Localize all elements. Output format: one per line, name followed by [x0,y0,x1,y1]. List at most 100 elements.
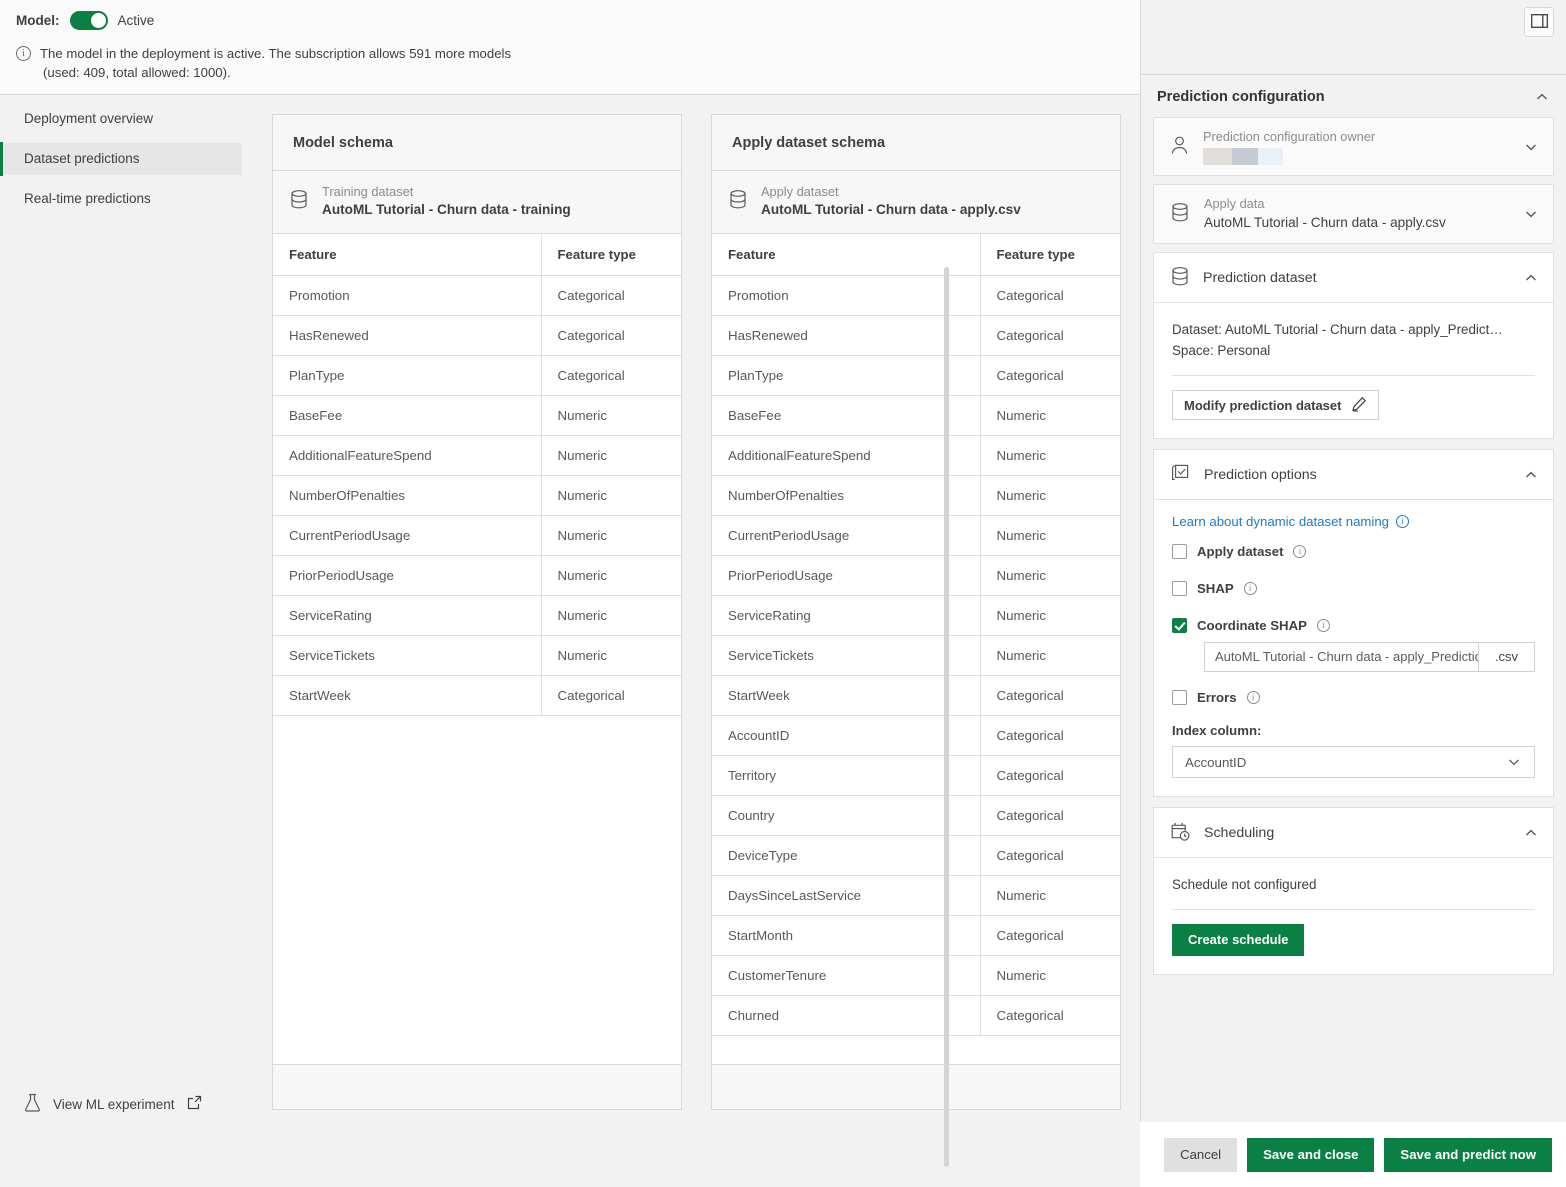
divider [1172,375,1535,376]
info-icon[interactable]: i [1246,691,1260,704]
table-row: BaseFee Numeric [273,395,681,436]
cell-feature-name: PlanType [712,355,981,396]
cell-feature-type: Categorical [541,315,681,356]
prediction-configuration-panel: Prediction configuration Prediction conf… [1140,0,1566,1187]
prediction-configuration-owner-row[interactable]: Prediction configuration owner [1153,117,1554,176]
cell-feature-type: Categorical [980,795,1120,836]
cell-feature-name: DeviceType [712,835,981,876]
table-row: BaseFee Numeric [712,395,1120,436]
scheduling-section-header[interactable]: Scheduling [1154,808,1553,858]
errors-checkbox-row[interactable]: Errors i [1172,690,1535,705]
coordinate-shap-checkbox-row[interactable]: Coordinate SHAP i [1172,618,1535,633]
prediction-configuration-header[interactable]: Prediction configuration [1153,75,1554,117]
cell-feature-type: Categorical [980,315,1120,356]
sidebar-item-dataset-predictions[interactable]: Dataset predictions [0,142,242,176]
database-icon [1170,202,1190,226]
cell-feature-type: Categorical [980,915,1120,956]
prediction-dataset-name-line: Dataset: AutoML Tutorial - Churn data - … [1172,322,1503,337]
cell-feature-name: BaseFee [273,395,542,436]
coordinate-shap-filename-field[interactable]: AutoML Tutorial - Churn data - apply_Pre… [1204,642,1535,672]
index-column-select[interactable]: AccountID [1172,746,1535,778]
info-icon[interactable]: i [1293,545,1307,558]
sidebar-item-deployment-overview[interactable]: Deployment overview [0,103,242,135]
apply-schema-card-footer [712,1065,1120,1109]
apply-schema-title: Apply dataset schema [712,115,1120,171]
prediction-dataset-section-header[interactable]: Prediction dataset [1154,253,1553,303]
cell-feature-name: PriorPeriodUsage [712,555,981,596]
apply-data-kind-label: Apply data [1204,196,1265,211]
cell-feature-name: Country [712,795,981,836]
filename-input[interactable]: AutoML Tutorial - Churn data - apply_Pre… [1205,643,1478,671]
chevron-up-icon [1534,89,1550,105]
index-column-label: Index column: [1172,723,1262,738]
apply-dataset-name: AutoML Tutorial - Churn data - apply.csv [761,202,1021,217]
scheduling-body: Schedule not configured Create schedule [1154,858,1553,974]
coordinate-shap-checkbox[interactable] [1172,618,1187,633]
model-active-toggle[interactable] [69,10,108,30]
cell-feature-name: ServiceRating [712,595,981,636]
apply-dataset-checkbox[interactable] [1172,544,1187,559]
cell-feature-name: StartWeek [712,675,981,716]
table-row: PriorPeriodUsage Numeric [273,555,681,596]
cell-feature-name: AdditionalFeatureSpend [712,435,981,476]
save-and-predict-now-button[interactable]: Save and predict now [1384,1137,1552,1172]
table-row: Promotion Categorical [712,275,1120,316]
prediction-dataset-space-line: Space: Personal [1172,343,1271,358]
schema-comparison-canvas: Model schema Training dataset AutoML Tut… [250,95,1140,1187]
shap-checkbox-row[interactable]: SHAP i [1172,581,1535,596]
redaction-block [1258,148,1284,165]
cell-feature-type: Numeric [541,595,681,636]
schema-vertical-scrollbar[interactable] [944,267,949,1167]
modify-prediction-dataset-button[interactable]: Modify prediction dataset [1172,390,1380,420]
cell-feature-type: Numeric [541,635,681,676]
cell-feature-name: NumberOfPenalties [273,475,542,516]
table-row: HasRenewed Categorical [273,315,681,356]
database-icon [728,189,748,213]
dynamic-dataset-naming-link[interactable]: Learn about dynamic dataset naming i [1172,514,1410,529]
apply-data-row[interactable]: Apply data AutoML Tutorial - Churn data … [1153,184,1554,244]
chevron-down-icon [1523,206,1539,222]
cell-feature-type: Numeric [980,435,1120,476]
panel-toggle-button[interactable] [1524,7,1554,37]
info-icon: i [16,46,31,61]
model-schema-card: Model schema Training dataset AutoML Tut… [272,114,682,1110]
prediction-options-section-header[interactable]: Prediction options [1154,450,1553,500]
cell-feature-name: CurrentPeriodUsage [712,515,981,556]
info-icon[interactable]: i [1316,619,1330,632]
shap-checkbox[interactable] [1172,581,1187,596]
view-ml-experiment-link[interactable]: View ML experiment [24,1093,202,1115]
apply-dataset-checkbox-row[interactable]: Apply dataset i [1172,544,1535,559]
shap-checkbox-label: SHAP [1197,581,1234,596]
save-and-close-button[interactable]: Save and close [1247,1137,1375,1172]
info-icon[interactable]: i [1396,515,1410,528]
cell-feature-name: StartWeek [273,675,542,716]
cancel-button[interactable]: Cancel [1164,1137,1238,1172]
table-row: StartWeek Categorical [273,675,681,716]
sidebar-item-real-time-predictions[interactable]: Real-time predictions [0,183,242,215]
table-row: CustomerTenure Numeric [712,955,1120,996]
table-row: NumberOfPenalties Numeric [712,475,1120,516]
table-row: Territory Categorical [712,755,1120,796]
table-row: PlanType Categorical [273,355,681,396]
cell-feature-type: Categorical [541,675,681,716]
cell-feature-name: Territory [712,755,981,796]
model-schema-table-body: Promotion Categorical HasRenewed Categorica… [273,275,681,716]
errors-checkbox[interactable] [1172,690,1187,705]
table-row: ServiceTickets Numeric [273,635,681,676]
cell-feature-name: CurrentPeriodUsage [273,515,542,556]
calendar-clock-icon [1170,821,1191,845]
cell-feature-name: ServiceRating [273,595,542,636]
cell-feature-name: Churned [712,995,981,1036]
table-row: StartWeek Categorical [712,675,1120,716]
table-header-row: Feature Feature type [273,234,681,276]
chevron-up-icon [1523,825,1539,841]
chevron-down-icon [1523,139,1539,155]
create-schedule-button[interactable]: Create schedule [1172,924,1305,956]
panel-topbar [1141,0,1566,75]
redaction-block [1231,148,1259,165]
panel-scroll-region: Prediction configuration Prediction conf… [1141,75,1566,1122]
cell-feature-type: Numeric [541,515,681,556]
cell-feature-type: Categorical [980,835,1120,876]
cell-feature-name: AccountID [712,715,981,756]
info-icon[interactable]: i [1243,582,1257,595]
